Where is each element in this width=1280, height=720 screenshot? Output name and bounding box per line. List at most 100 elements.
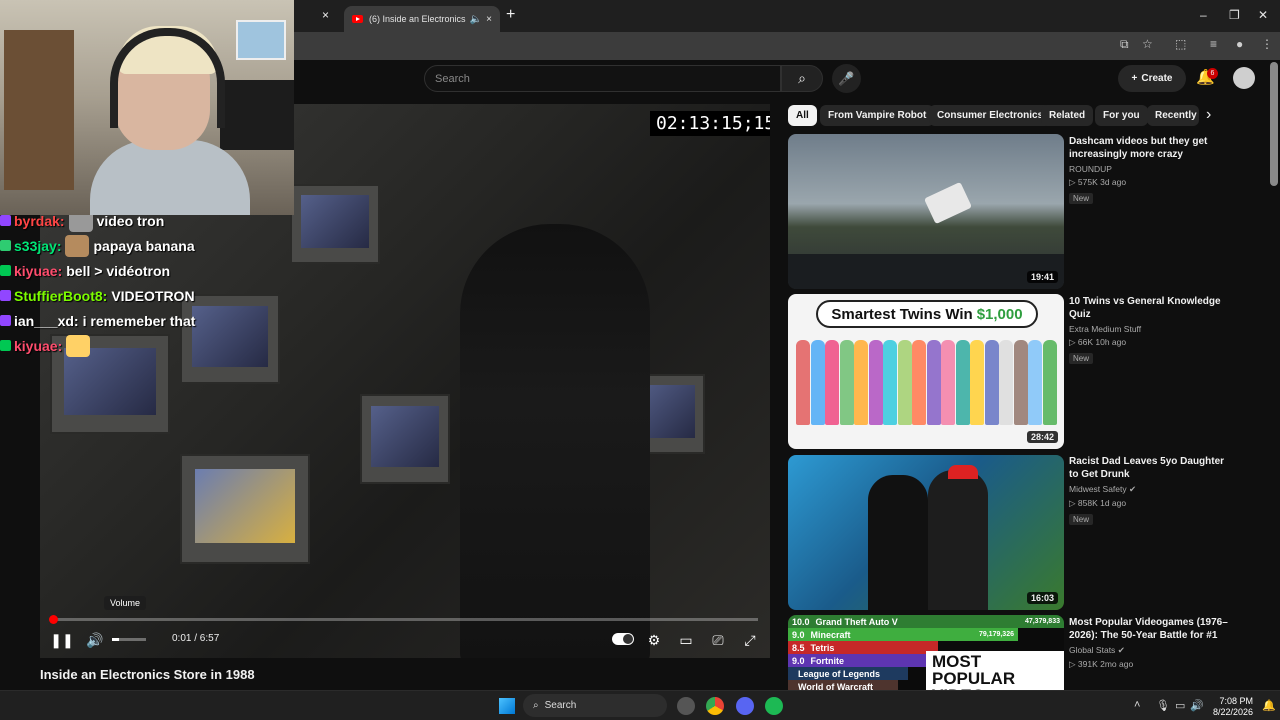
- chat-username: StuffierBoot8:: [14, 287, 108, 304]
- microphone-tray-icon[interactable]: 🎙: [1156, 699, 1170, 712]
- install-app-icon[interactable]: ⧉: [1120, 37, 1129, 52]
- filter-chip[interactable]: From Vampire Robot: [820, 105, 935, 126]
- media-control-icon[interactable]: ≡: [1210, 37, 1217, 51]
- recommendation-thumbnail[interactable]: Smartest Twins Win $1,000 28:42: [788, 294, 1064, 449]
- bookmark-star-icon[interactable]: ☆: [1142, 37, 1153, 51]
- minimize-window-button[interactable]: –: [1200, 8, 1207, 22]
- fullscreen-button[interactable]: ⤢: [738, 630, 762, 650]
- chat-text: VIDEOTRON: [111, 287, 195, 304]
- video-duration: 16:03: [1026, 592, 1058, 604]
- close-window-button[interactable]: ✕: [1258, 8, 1268, 22]
- chat-emote-icon: [66, 334, 91, 357]
- notification-center-icon[interactable]: 🔔: [1262, 699, 1276, 712]
- theater-mode-button[interactable]: ▭: [674, 630, 698, 650]
- fullscreen-icon: ⤢: [744, 631, 756, 648]
- pause-button[interactable]: ❚❚: [50, 630, 74, 650]
- extensions-icon[interactable]: ⬚: [1175, 37, 1186, 51]
- close-tab-icon[interactable]: ×: [486, 14, 492, 25]
- recommendation-meta: ▷ 575K 3d ago: [1069, 177, 1127, 187]
- recommendation-title[interactable]: Dashcam videos but they get increasingly…: [1069, 135, 1229, 161]
- recommendation-title[interactable]: Most Popular Videogames (1976–2026): The…: [1069, 616, 1229, 642]
- recommendation-meta: ▷ 391K 2mo ago: [1069, 659, 1134, 669]
- tray-overflow-icon[interactable]: ˄: [1134, 699, 1140, 711]
- recommendation-info[interactable]: 10 Twins vs General Knowledge Quiz Extra…: [1069, 295, 1229, 366]
- thumbnail-banner-money: $1,000: [976, 305, 1023, 323]
- speaker-icon[interactable]: 🔊: [1190, 699, 1204, 712]
- thumbnail-ranking-row: World of Warcraft: [788, 680, 898, 690]
- recommendation-channel[interactable]: Extra Medium Stuff: [1069, 324, 1229, 334]
- search-input[interactable]: Search: [424, 65, 781, 92]
- progress-bar[interactable]: [52, 618, 758, 621]
- recommendation-info[interactable]: Most Popular Videogames (1976–2026): The…: [1069, 616, 1229, 670]
- thumbnail-ranking-row: 8.5 Tetris: [788, 641, 938, 654]
- search-icon: ⌕: [533, 700, 539, 711]
- thumbnail-person: [897, 340, 912, 425]
- chat-message: s33jay: papaya banana: [0, 233, 290, 258]
- volume-icon: 🔊: [86, 631, 104, 648]
- close-tab-icon[interactable]: ×: [322, 8, 329, 22]
- taskbar-search[interactable]: ⌕ Search: [523, 694, 667, 717]
- mute-button[interactable]: 🔊: [83, 630, 107, 650]
- voice-search-button[interactable]: 🎤: [832, 64, 861, 93]
- recommendation-meta: ▷ 858K 1d ago: [1069, 498, 1127, 508]
- video-title: Inside an Electronics Store in 1988: [40, 667, 255, 682]
- cast-button[interactable]: ⎚: [706, 630, 730, 650]
- ranking-name: Fortnite: [810, 655, 845, 666]
- recommendation-info[interactable]: Dashcam videos but they get increasingly…: [1069, 135, 1229, 206]
- discord-icon[interactable]: [736, 697, 754, 715]
- video-duration: 28:42: [1026, 431, 1058, 443]
- audio-playing-icon[interactable]: 🔈: [470, 14, 482, 25]
- search-icon: ⌕: [798, 70, 806, 86]
- settings-button[interactable]: ⚙: [642, 630, 666, 650]
- ranking-count: 79,179,326: [978, 631, 1014, 638]
- tray-time: 7:08 PM: [1219, 696, 1253, 706]
- recommendation-channel[interactable]: ROUNDUP: [1069, 164, 1229, 174]
- webcam-background-shelf: [4, 30, 74, 190]
- chat-text: papaya banana: [93, 237, 195, 254]
- webcam-headset: [110, 28, 225, 128]
- search-button[interactable]: ⌕: [781, 65, 823, 92]
- recommendation-thumbnail[interactable]: 10.0 Grand Theft Auto V 47,379,833 9.0 Minec…: [788, 615, 1064, 690]
- network-icon[interactable]: ▭: [1175, 699, 1185, 712]
- new-tab-button[interactable]: +: [506, 6, 515, 24]
- filter-chip[interactable]: Consumer Electronics: [929, 105, 1052, 126]
- ranking-name: Minecraft: [810, 629, 851, 640]
- autoplay-toggle[interactable]: [612, 633, 634, 645]
- spotify-icon[interactable]: [765, 697, 783, 715]
- thumbnail-person: [1028, 340, 1042, 425]
- recommendation-channel[interactable]: Midwest Safety ✔: [1069, 484, 1229, 495]
- ranking-score: 8.5: [792, 642, 805, 653]
- create-button[interactable]: + Create: [1118, 65, 1186, 92]
- recommendation-thumbnail[interactable]: 16:03: [788, 455, 1064, 610]
- maximize-window-button[interactable]: ❐: [1229, 8, 1240, 22]
- account-avatar[interactable]: [1233, 67, 1255, 89]
- tray-date: 8/22/2026: [1212, 707, 1253, 717]
- cast-icon: ⎚: [712, 631, 724, 648]
- plus-icon: +: [1131, 73, 1138, 84]
- task-view-icon[interactable]: [677, 697, 695, 715]
- filter-chip[interactable]: Related: [1041, 105, 1094, 126]
- tab-active-youtube[interactable]: (6) Inside an Electronics Sto 🔈 ×: [344, 6, 500, 32]
- filter-chip[interactable]: Recently: [1147, 105, 1199, 126]
- chrome-icon[interactable]: [706, 697, 724, 715]
- chevron-right-icon[interactable]: ›: [1206, 106, 1211, 124]
- ranking-score: 10.0: [792, 616, 810, 627]
- thumbnail-ranking-row: 10.0 Grand Theft Auto V 47,379,833: [788, 615, 1064, 628]
- start-button[interactable]: [499, 698, 515, 714]
- recommendation-channel[interactable]: Global Stats ✔: [1069, 645, 1229, 656]
- recommendation-info[interactable]: Racist Dad Leaves 5yo Daughter to Get Dr…: [1069, 455, 1229, 527]
- browser-menu-icon[interactable]: ⋮: [1261, 37, 1273, 51]
- thumbnail-person: [868, 340, 883, 425]
- filter-chip[interactable]: All: [788, 105, 817, 126]
- filter-chip[interactable]: For you: [1095, 105, 1148, 126]
- ranking-name: World of Warcraft: [798, 681, 874, 691]
- recommendation-title[interactable]: Racist Dad Leaves 5yo Daughter to Get Dr…: [1069, 455, 1229, 481]
- page-scrollbar[interactable]: [1270, 62, 1278, 186]
- recommendation-title[interactable]: 10 Twins vs General Knowledge Quiz: [1069, 295, 1229, 321]
- address-bar[interactable]: [294, 32, 1280, 60]
- progress-scrubber-handle[interactable]: [49, 615, 58, 624]
- profile-icon[interactable]: ●: [1236, 37, 1243, 51]
- create-label: Create: [1141, 73, 1173, 84]
- tray-clock[interactable]: 7:08 PM 8/22/2026: [1207, 696, 1253, 718]
- recommendation-thumbnail[interactable]: 19:41: [788, 134, 1064, 289]
